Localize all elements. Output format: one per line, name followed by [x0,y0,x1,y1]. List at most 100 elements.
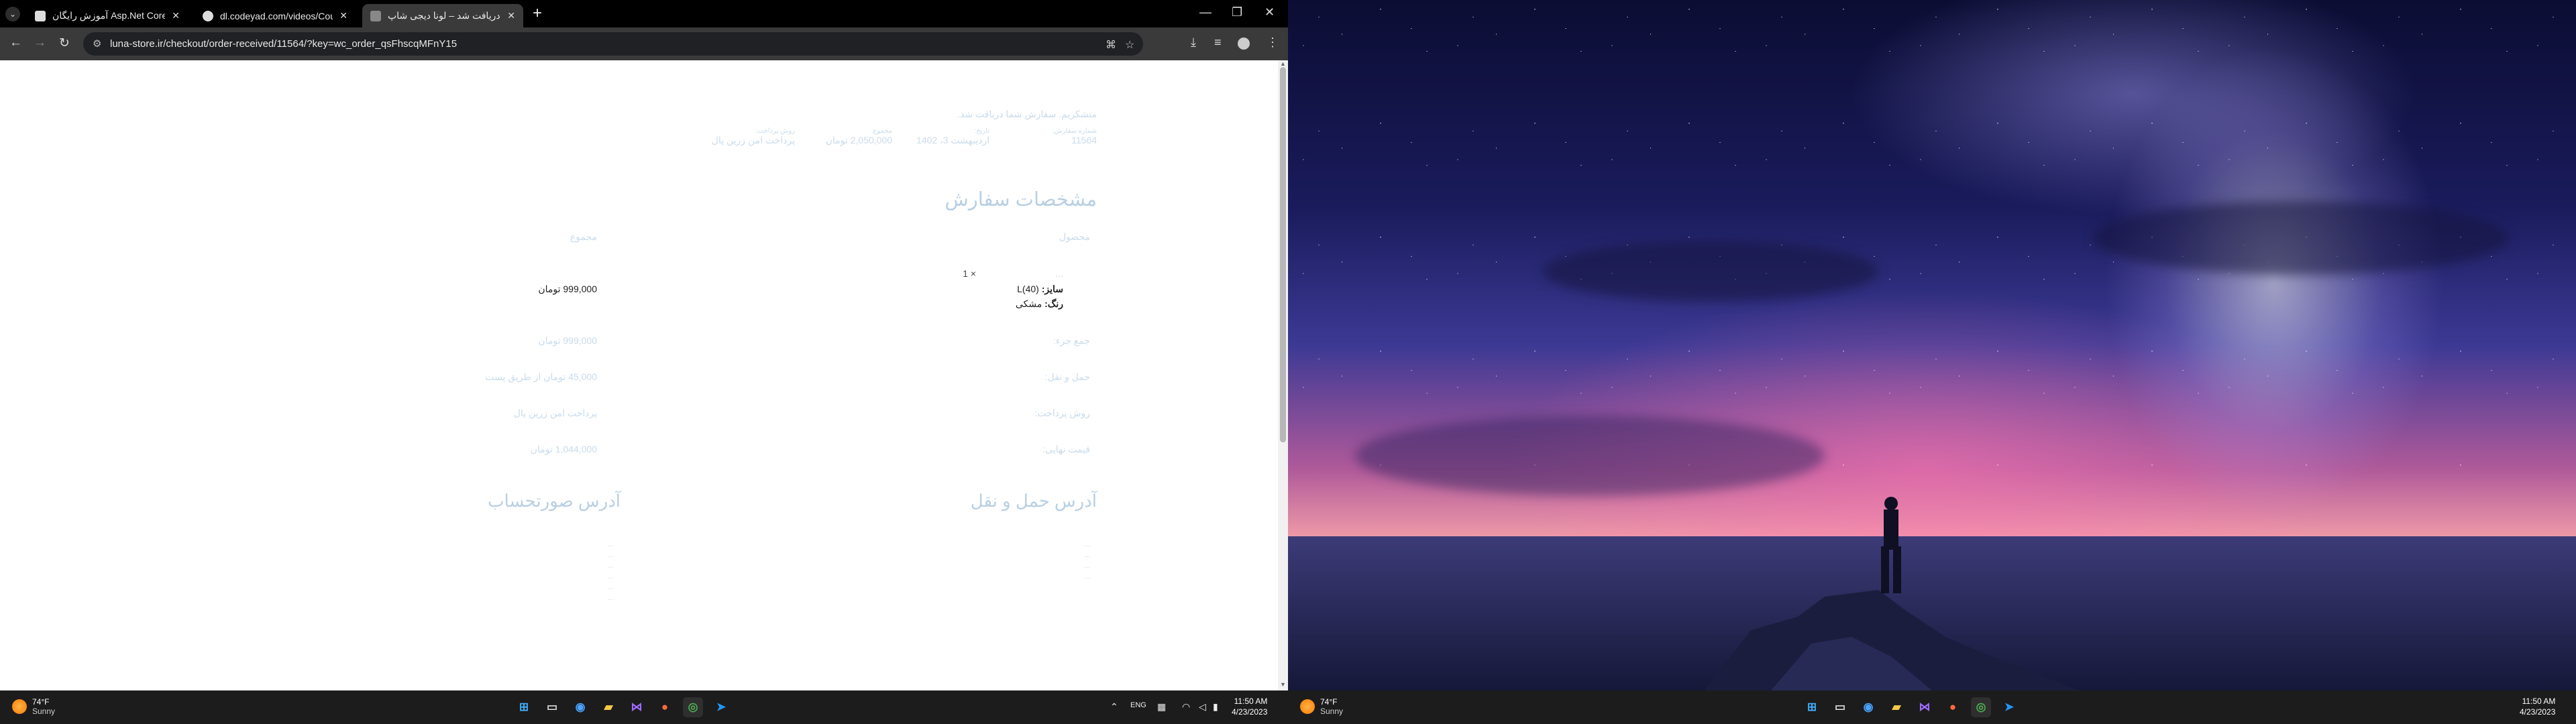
item-price: 999,000 تومان [538,284,597,294]
start-icon[interactable]: ⊞ [1802,697,1822,717]
order-details-title: مشخصات سفارش [945,189,1097,210]
tray-overflow-icon[interactable]: ⌃ [1110,701,1118,713]
item-size-meta: سایز: L(40) [1017,284,1063,295]
clock-date: 4/23/2023 [1232,707,1268,717]
address-line: ... [1083,551,1090,559]
volume-icon[interactable]: ◁ [1199,701,1206,713]
pinned-apps: ⊞ ▭ ◉ ▰ ⋈ ● ◎ ➤ [514,697,731,717]
visual-studio-icon[interactable]: ⋈ [1915,697,1935,717]
task-view-icon[interactable]: ▭ [1830,697,1850,717]
close-window-button[interactable]: ✕ [1265,5,1275,19]
task-view-icon[interactable]: ▭ [542,697,562,717]
address-line: ... [607,540,614,548]
overview-label: شماره سفارش: [1052,127,1097,135]
clock-time: 11:50 AM [2522,697,2556,706]
col-total-header: مجموع [570,231,597,242]
close-tab-icon[interactable]: ✕ [507,10,515,21]
tab-order-received[interactable]: سفارش دریافت شد – لونا دیجی شاپ ✕ [362,4,523,27]
overview-label: روش پرداخت: [755,127,795,135]
site-info-icon[interactable]: ⚙ [93,38,101,50]
overview-payment: روش پرداخت: پرداخت امن زرین پال [712,127,795,146]
item-name-link[interactable]: ... [1055,268,1063,279]
page-content: متشکریم. سفارش شما دریافت شد. شماره سفار… [0,60,1278,690]
clock[interactable]: 11:50 AM 4/23/2023 [1232,696,1267,717]
tab-title: سفارش دریافت شد – لونا دیجی شاپ [388,10,500,21]
address-line: ... [607,594,614,602]
translate-icon[interactable]: ⌘ [1106,38,1116,52]
minimize-button[interactable]: — [1199,5,1212,19]
shipping-address-block: ... ... ... ... [1084,539,1090,582]
subtotal-label: جمع جزء: [1053,335,1090,346]
visual-studio-icon[interactable]: ⋈ [627,697,647,717]
taskbar-left: 74°F Sunny ⊞ ▭ ◉ ▰ ⋈ ● ◎ ➤ ⌃ ENG ▦ ◠ ◁ ▮… [0,690,1288,724]
firefox-icon[interactable]: ● [655,697,675,717]
weather-widget[interactable]: 74°F Sunny [1300,697,1343,716]
telegram-icon[interactable]: ➤ [711,697,731,717]
grand-total-label: قیمت نهایی: [1042,444,1090,455]
telegram-icon[interactable]: ➤ [1999,697,2019,717]
page-scrollbar[interactable]: ▲ ▼ [1278,60,1288,690]
language-indicator[interactable]: ENG [1130,701,1146,709]
battery-icon[interactable]: ▮ [1213,701,1218,713]
meta-label: رنگ: [1044,298,1063,309]
overview-label: تاریخ: [974,127,989,135]
start-icon[interactable]: ⊞ [514,697,534,717]
copilot-icon[interactable]: ◉ [1858,697,1878,717]
address-line: ... [1083,540,1090,548]
scroll-up-icon[interactable]: ▲ [1280,60,1286,67]
clock-time: 11:50 AM [1234,697,1268,706]
chrome-icon[interactable]: ◎ [683,697,703,717]
weather-temp: 74°F [1320,697,1338,707]
sun-icon [12,699,27,714]
overview-value: 11564 [1071,135,1097,145]
back-icon[interactable]: ← [9,36,22,50]
reload-icon[interactable]: ↻ [59,36,70,51]
file-explorer-icon[interactable]: ▰ [1886,697,1907,717]
weather-text: 74°F Sunny [32,697,55,716]
new-tab-button[interactable]: + [533,5,542,21]
tray-icon-a[interactable]: ▦ [1157,701,1166,713]
bookmark-star-icon[interactable]: ☆ [1125,38,1134,52]
tab-search-icon[interactable]: ⌄ [5,7,20,21]
profile-avatar[interactable] [1238,38,1250,50]
taskbar-right: 74°F Sunny ⊞ ▭ ◉ ▰ ⋈ ● ◎ ➤ 11:50 AM 4/23… [1288,690,2576,724]
tab-aspnet[interactable]: آموزش رایگان Asp.Net Core | یزیزو... ✕ [27,4,188,27]
billing-address-title: آدرس صورتحساب [488,491,621,511]
close-tab-icon[interactable]: ✕ [339,10,347,21]
weather-widget[interactable]: 74°F Sunny [12,697,55,716]
forward-icon[interactable]: → [34,36,46,50]
right-monitor: 74°F Sunny ⊞ ▭ ◉ ▰ ⋈ ● ◎ ➤ 11:50 AM 4/23… [1288,0,2576,724]
file-explorer-icon[interactable]: ▰ [598,697,619,717]
download-icon[interactable]: ⤓ [1191,36,1196,50]
wifi-icon[interactable]: ◠ [1182,701,1190,713]
copilot-icon[interactable]: ◉ [570,697,590,717]
restore-button[interactable]: ❐ [1232,5,1242,19]
overview-label: مجموع: [871,127,892,135]
address-bar[interactable]: ⚙ luna-store.ir/checkout/order-received/… [83,32,1143,56]
meta-label: سایز: [1041,284,1063,294]
firefox-icon[interactable]: ● [1943,697,1963,717]
shipping-address-title: آدرس حمل و نقل [970,491,1097,511]
tab-codeyad[interactable]: dl.codeyad.com/videos/Courses/2... ✕ [195,4,356,27]
address-line: ... [607,572,614,581]
menu-kebab-icon[interactable]: ⋮ [1267,36,1279,50]
scroll-thumb[interactable] [1280,67,1286,442]
overview-value: اردیبهشت 3، 1402 [916,135,989,145]
wallpaper-rock [1704,497,2080,690]
payment-method-value: پرداخت امن زرین پال [513,408,597,418]
address-line: ... [1083,562,1090,570]
sun-icon [1300,699,1315,714]
weather-desc: Sunny [1320,707,1344,716]
payment-method-label: روش پرداخت: [1034,408,1090,418]
address-line: ... [1083,572,1090,581]
weather-text: 74°F Sunny [1320,697,1343,716]
address-line: ... [607,562,614,570]
chrome-icon[interactable]: ◎ [1971,697,1991,717]
overview-value: 2,050,000 تومان [825,135,892,145]
clock[interactable]: 11:50 AM 4/23/2023 [2520,696,2555,717]
pinned-apps: ⊞ ▭ ◉ ▰ ⋈ ● ◎ ➤ [1802,697,2019,717]
scroll-down-icon[interactable]: ▼ [1280,681,1286,688]
close-tab-icon[interactable]: ✕ [172,10,180,21]
extensions-icon[interactable]: ≡ [1214,36,1222,50]
wallpaper-cloud [2093,201,2509,275]
